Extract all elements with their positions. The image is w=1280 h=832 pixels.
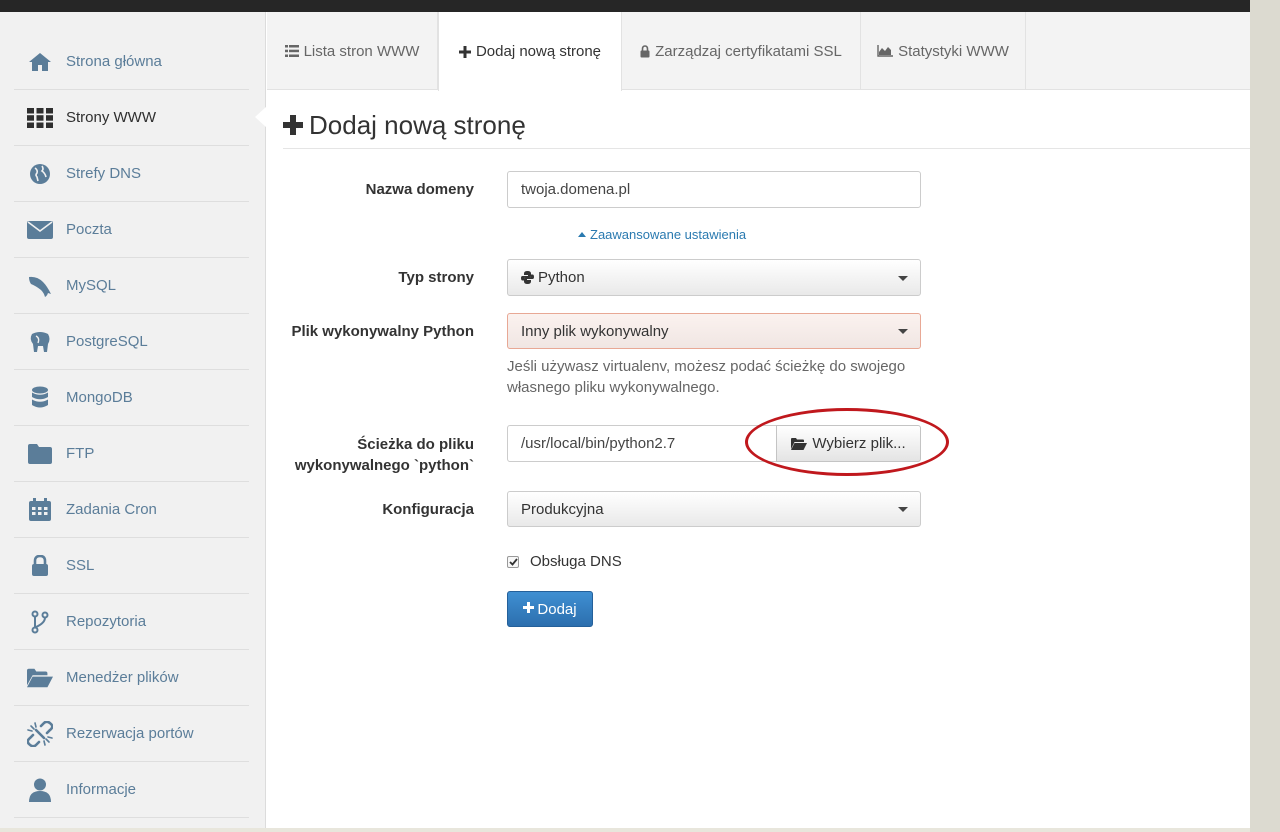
domain-input[interactable]: twoja.domena.pl [507, 171, 921, 208]
sidebar-item-home[interactable]: Strona główna [14, 34, 249, 90]
domain-label: Nazwa domeny [365, 181, 474, 198]
tab-label: Zarządzaj certyfikatami SSL [655, 42, 842, 60]
lock-icon [640, 44, 650, 58]
sidebar-item-port-reservation[interactable]: Rezerwacja portów [14, 706, 249, 762]
branch-icon [27, 610, 53, 634]
folder-open-icon [27, 666, 53, 690]
tab-bar: Lista stron WWW Dodaj nową stronę Zarząd… [267, 12, 1250, 91]
sidebar-item-ssl[interactable]: SSL [14, 538, 249, 594]
configuration-value: Produkcyjna [521, 500, 604, 518]
sidebar-item-file-manager[interactable]: Menedżer plików [14, 650, 249, 706]
active-indicator-arrow [255, 106, 267, 128]
configuration-select[interactable]: Produkcyjna [507, 491, 921, 527]
grid-icon [27, 106, 53, 130]
sidebar-item-label: FTP [66, 445, 95, 462]
sidebar-item-label: PostgreSQL [66, 333, 148, 350]
sidebar-item-label: SSL [66, 557, 95, 574]
home-icon [27, 50, 53, 74]
sidebar-item-label: MySQL [66, 277, 117, 294]
sidebar-item-label: Menedżer plików [66, 669, 179, 686]
top-bar [0, 0, 1250, 12]
site-type-label: Typ strony [398, 269, 474, 286]
sidebar-item-mongodb[interactable]: MongoDB [14, 370, 249, 426]
dns-support-row: Obsługa DNS [507, 553, 622, 570]
database-icon [27, 386, 53, 410]
sidebar-item-info[interactable]: Informacje [14, 762, 249, 818]
configuration-label: Konfiguracja [382, 501, 474, 518]
sidebar-item-label: Zadania Cron [66, 501, 157, 518]
sidebar-item-cron[interactable]: Zadania Cron [14, 482, 249, 538]
window-edge [1250, 0, 1280, 832]
sidebar-item-mysql[interactable]: MySQL [14, 258, 249, 314]
site-type-value: Python [538, 269, 585, 286]
sidebar-item-label: MongoDB [66, 389, 133, 406]
checkmark-icon [508, 557, 518, 566]
sidebar-item-label: Repozytoria [66, 613, 147, 630]
plus-icon [523, 600, 535, 618]
python-icon [521, 271, 534, 284]
advanced-settings-label: Zaawansowane ustawienia [590, 227, 747, 242]
calendar-icon [27, 497, 53, 522]
plus-icon [283, 111, 303, 141]
sidebar-item-label: Strony WWW [66, 109, 156, 126]
sidebar-item-label: Strona główna [66, 53, 162, 70]
dns-support-checkbox[interactable] [507, 555, 519, 568]
bottom-edge [0, 828, 1250, 832]
chevron-down-icon [898, 275, 908, 281]
folder-icon [27, 442, 53, 466]
sidebar-item-postgresql[interactable]: PostgreSQL [14, 314, 249, 370]
dns-support-label: Obsługa DNS [530, 553, 622, 570]
sidebar-item-label: Poczta [66, 221, 112, 238]
area-chart-icon [877, 45, 894, 57]
chevron-down-icon [898, 329, 908, 334]
executable-path-label-line2: wykonywalnego `python` [294, 457, 474, 474]
tab-label: Dodaj nową stronę [475, 43, 602, 60]
envelope-icon [27, 218, 53, 242]
tab-label: Statystyki WWW [898, 42, 1009, 60]
executable-path-label: Ścieżka do pliku wykonywalnego `python` [234, 434, 474, 476]
folder-open-icon [791, 437, 808, 450]
lock-icon [27, 554, 53, 578]
dolphin-icon [27, 274, 53, 298]
browse-file-label: Wybierz plik... [812, 435, 906, 452]
sidebar: Strona główna Strony WWW Strefy DNS Pocz… [0, 12, 266, 828]
help-text: Jeśli używasz virtualenv, możesz podać ś… [507, 358, 906, 396]
sidebar-item-ftp[interactable]: FTP [14, 426, 249, 482]
sidebar-item-label: Informacje [66, 781, 137, 798]
sidebar-item-repositories[interactable]: Repozytoria [14, 594, 249, 650]
user-icon [27, 778, 53, 802]
advanced-settings-link[interactable]: Zaawansowane ustawienia [578, 227, 746, 242]
executable-path-label-line1: Ścieżka do pliku [357, 436, 474, 453]
plus-icon [458, 45, 471, 58]
divider [283, 148, 1250, 149]
sidebar-item-websites[interactable]: Strony WWW [14, 90, 249, 146]
tab-add-site[interactable]: Dodaj nową stronę [438, 12, 622, 91]
chevron-down-icon [898, 507, 908, 512]
globe-icon [27, 162, 53, 186]
browse-file-button[interactable]: Wybierz plik... [776, 425, 921, 462]
sidebar-item-label: Rezerwacja portów [66, 725, 194, 742]
tab-ssl-certificates[interactable]: Zarządzaj certyfikatami SSL [622, 12, 861, 90]
add-site-button[interactable]: Dodaj [507, 591, 593, 627]
sidebar-item-dns[interactable]: Strefy DNS [14, 146, 249, 202]
python-executable-value: Inny plik wykonywalny [521, 322, 669, 340]
executable-path-input[interactable]: /usr/local/bin/python2.7 [507, 425, 777, 462]
sidebar-item-mail[interactable]: Poczta [14, 202, 249, 258]
tab-site-list[interactable]: Lista stron WWW [267, 12, 438, 90]
elephant-icon [27, 330, 53, 354]
sidebar-item-label: Strefy DNS [66, 165, 142, 182]
plug-icon [27, 720, 53, 747]
tab-label: Lista stron WWW [303, 42, 420, 60]
page-title: Dodaj nową stronę [283, 110, 526, 141]
site-type-select[interactable]: Python [507, 259, 921, 296]
add-site-label: Dodaj [537, 600, 577, 618]
caret-up-icon [578, 232, 586, 237]
page-title-text: Dodaj nową stronę [309, 110, 526, 140]
list-icon [284, 45, 299, 57]
python-executable-label: Plik wykonywalny Python [291, 323, 474, 340]
tab-statistics[interactable]: Statystyki WWW [861, 12, 1026, 90]
python-executable-select[interactable]: Inny plik wykonywalny [507, 313, 921, 349]
